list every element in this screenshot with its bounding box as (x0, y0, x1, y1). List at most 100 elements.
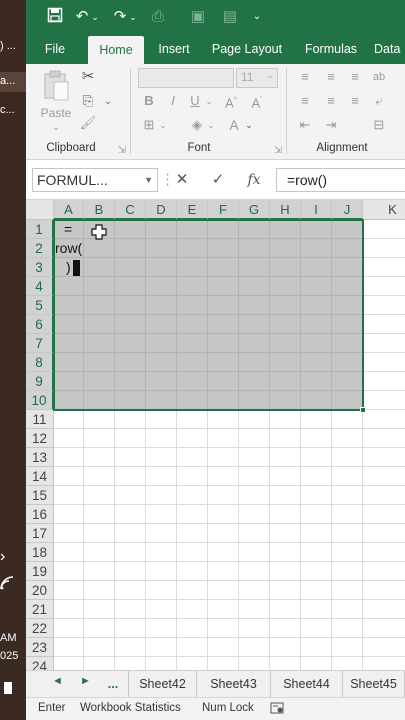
grid-cell[interactable] (239, 258, 270, 277)
grid-cell[interactable] (239, 353, 270, 372)
grid-cell[interactable] (115, 505, 146, 524)
grid-cell[interactable] (177, 258, 208, 277)
row-header[interactable]: 17 (26, 524, 54, 543)
grid-cell[interactable] (146, 638, 177, 657)
grid-cell[interactable] (363, 353, 405, 372)
redo-icon[interactable]: ↷ (110, 7, 130, 27)
grid-cell[interactable] (332, 372, 363, 391)
grid-cell[interactable] (146, 486, 177, 505)
workbook-statistics-button[interactable]: Workbook Statistics (80, 702, 181, 714)
column-header[interactable]: E (177, 200, 208, 220)
grid-cell[interactable] (239, 657, 270, 670)
column-header[interactable]: H (270, 200, 301, 220)
grid-cell[interactable] (239, 562, 270, 581)
tab-insert[interactable]: Insert (148, 34, 200, 64)
grid-cell[interactable] (115, 334, 146, 353)
grid-cell[interactable] (177, 220, 208, 239)
grid-cell[interactable] (301, 448, 332, 467)
grid-cell[interactable] (146, 391, 177, 410)
grid-cell[interactable] (54, 543, 84, 562)
grid-cell[interactable] (115, 657, 146, 670)
grid-cell[interactable] (84, 372, 115, 391)
grid-cell[interactable] (177, 334, 208, 353)
grid-cell[interactable] (177, 467, 208, 486)
grid-cell[interactable] (146, 505, 177, 524)
grid-cell[interactable] (54, 296, 84, 315)
copy-dropdown-icon[interactable]: ⌄ (102, 92, 114, 110)
borders-icon[interactable]: ⊞ (140, 116, 158, 134)
grid-cell[interactable] (208, 657, 239, 670)
row-header[interactable]: 18 (26, 543, 54, 562)
grid-cell[interactable] (208, 486, 239, 505)
fill-color-dropdown-icon[interactable]: ⌄ (206, 116, 216, 134)
font-color-dropdown-icon[interactable]: ⌄ (244, 116, 254, 134)
grid-cell[interactable] (146, 543, 177, 562)
grid-cell[interactable] (146, 657, 177, 670)
column-header[interactable]: K (363, 200, 405, 220)
grid-cell[interactable] (115, 486, 146, 505)
grid-cell[interactable] (146, 277, 177, 296)
grid-cell[interactable] (363, 467, 405, 486)
grid-cell[interactable] (301, 277, 332, 296)
grid-cell[interactable] (270, 429, 301, 448)
grid-cell[interactable] (177, 391, 208, 410)
grid-cell[interactable] (54, 486, 84, 505)
grid-cell[interactable] (177, 600, 208, 619)
grid-cell[interactable] (332, 220, 363, 239)
grid-cell[interactable] (363, 524, 405, 543)
camera-icon[interactable]: ▣ (188, 7, 208, 27)
grid-cell[interactable] (54, 315, 84, 334)
grid-cell[interactable] (270, 258, 301, 277)
grid-cell[interactable] (239, 600, 270, 619)
grid-cell[interactable] (301, 258, 332, 277)
grid-cell[interactable] (84, 429, 115, 448)
merge-center-icon[interactable]: ⊟ (370, 116, 388, 134)
grid-cell[interactable] (239, 239, 270, 258)
grid-cell[interactable] (208, 277, 239, 296)
grid-cell[interactable] (177, 410, 208, 429)
italic-icon[interactable]: I (166, 92, 180, 110)
notification-icon[interactable] (4, 682, 12, 694)
align-top-icon[interactable]: ≡ (296, 68, 314, 86)
column-header[interactable]: F (208, 200, 239, 220)
font-name-combo[interactable] (138, 68, 234, 88)
grid-cell[interactable] (84, 581, 115, 600)
select-all-button[interactable] (26, 200, 54, 220)
borders-dropdown-icon[interactable]: ⌄ (158, 116, 168, 134)
grid-cell[interactable] (239, 429, 270, 448)
column-header[interactable]: D (146, 200, 177, 220)
grid-cell[interactable] (208, 543, 239, 562)
grid-cell[interactable] (115, 562, 146, 581)
grid-cell[interactable] (270, 505, 301, 524)
grid-cell[interactable] (84, 619, 115, 638)
grid-cell[interactable] (270, 581, 301, 600)
taskbar-item-2[interactable]: a... (0, 72, 26, 92)
grid-cell[interactable] (332, 619, 363, 638)
row-header[interactable]: 11 (26, 410, 54, 429)
font-color-icon[interactable]: A (226, 116, 242, 134)
grid-cell[interactable] (115, 581, 146, 600)
grid-cell[interactable] (363, 391, 405, 410)
underline-icon[interactable]: U (188, 92, 202, 110)
grid-cell[interactable] (208, 505, 239, 524)
grid-cell[interactable] (115, 638, 146, 657)
grid-cell[interactable] (332, 391, 363, 410)
grid-cell[interactable] (146, 296, 177, 315)
row-header[interactable]: 8 (26, 353, 54, 372)
grid-cell[interactable] (270, 638, 301, 657)
grid-cell[interactable] (270, 296, 301, 315)
grid-cell[interactable] (115, 258, 146, 277)
grid-cell[interactable] (301, 562, 332, 581)
grid-cell[interactable] (177, 543, 208, 562)
grid-cell[interactable] (301, 524, 332, 543)
grid-cell[interactable] (239, 448, 270, 467)
align-right-icon[interactable]: ≡ (346, 92, 364, 110)
grid-cell[interactable] (208, 334, 239, 353)
grid-cell[interactable] (115, 391, 146, 410)
grid-cell[interactable] (332, 486, 363, 505)
grid-cell[interactable] (332, 296, 363, 315)
fill-color-icon[interactable]: ◈ (188, 116, 206, 134)
grid-cell[interactable] (208, 296, 239, 315)
grid-cell[interactable] (270, 448, 301, 467)
row-header[interactable]: 12 (26, 429, 54, 448)
